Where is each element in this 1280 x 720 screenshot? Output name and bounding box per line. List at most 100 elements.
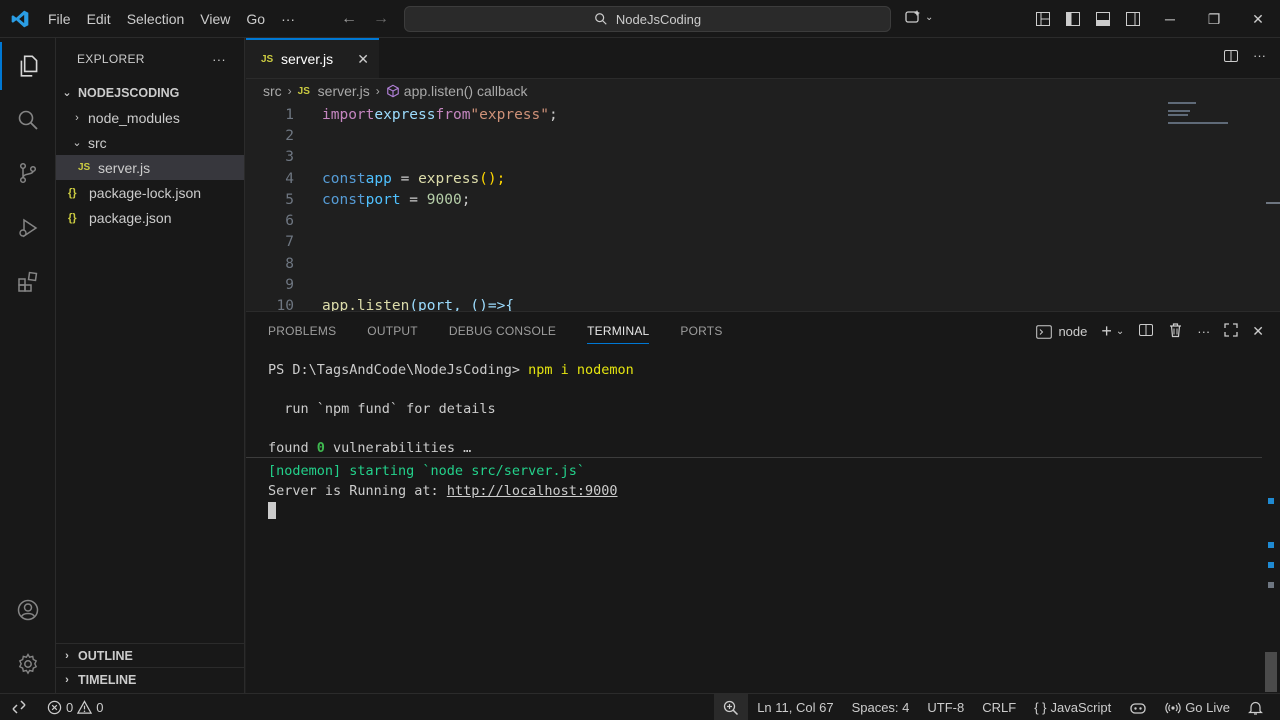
forward-arrow-icon[interactable]: → bbox=[370, 8, 392, 30]
editor-more-actions-icon[interactable]: ··· bbox=[1253, 48, 1266, 67]
breadcrumb-folder[interactable]: src bbox=[263, 83, 282, 99]
toggle-panel-icon[interactable] bbox=[1092, 8, 1114, 30]
extensions-icon[interactable] bbox=[0, 258, 56, 306]
split-terminal-icon[interactable] bbox=[1138, 322, 1154, 341]
cursor-position[interactable]: Ln 11, Col 67 bbox=[748, 700, 842, 715]
minimize-icon[interactable]: ─ bbox=[1148, 0, 1192, 38]
breadcrumb-file[interactable]: server.js bbox=[318, 83, 370, 99]
terminal-text: [nodemon] starting `node src/server.js` bbox=[268, 463, 585, 480]
code-line: 6 bbox=[246, 210, 1166, 231]
code-line: 9 bbox=[246, 274, 1166, 295]
terminal-output[interactable]: PS D:\TagsAndCode\NodeJsCoding> npm i no… bbox=[268, 360, 1258, 520]
tree-item-server-js[interactable]: JS server.js bbox=[56, 155, 244, 180]
terminal-text: found bbox=[268, 439, 317, 456]
terminal-selector[interactable]: node bbox=[1036, 324, 1087, 339]
line-number: 7 bbox=[285, 234, 294, 251]
menu-edit[interactable]: Edit bbox=[79, 0, 119, 38]
tab-output[interactable]: OUTPUT bbox=[367, 312, 418, 350]
chevron-down-icon[interactable]: ⌄ bbox=[1116, 326, 1124, 337]
encoding-status[interactable]: UTF-8 bbox=[918, 700, 973, 715]
back-arrow-icon[interactable]: ← bbox=[338, 8, 360, 30]
breadcrumb-symbol[interactable]: app.listen() callback bbox=[404, 83, 528, 99]
command-center-search[interactable]: NodeJsCoding bbox=[404, 6, 891, 32]
explorer-icon[interactable] bbox=[0, 42, 56, 90]
code-token: const bbox=[322, 170, 366, 187]
kill-terminal-trash-icon[interactable] bbox=[1168, 322, 1183, 341]
tree-item-package-json[interactable]: {} package.json bbox=[56, 205, 244, 230]
code-token: ; bbox=[461, 191, 471, 208]
editor-scrollbar[interactable] bbox=[1266, 202, 1280, 204]
search-icon[interactable] bbox=[0, 96, 56, 144]
tree-item-src[interactable]: ⌄ src bbox=[56, 130, 244, 155]
close-window-icon[interactable]: ✕ bbox=[1236, 0, 1280, 38]
maximize-panel-icon[interactable] bbox=[1224, 323, 1238, 340]
panel-more-actions-icon[interactable]: ··· bbox=[1197, 324, 1210, 339]
line-number: 3 bbox=[285, 149, 294, 166]
tab-server-js[interactable]: JS server.js ✕ bbox=[246, 38, 379, 78]
tab-debug-console[interactable]: DEBUG CONSOLE bbox=[449, 312, 556, 350]
eol-status[interactable]: CRLF bbox=[973, 700, 1025, 715]
new-terminal-icon[interactable]: + bbox=[1101, 321, 1112, 342]
timeline-section[interactable]: › TIMELINE bbox=[56, 667, 245, 691]
terminal-scrollbar[interactable] bbox=[1264, 360, 1278, 692]
terminal-link[interactable]: http://localhost:9000 bbox=[447, 483, 618, 499]
split-editor-icon[interactable] bbox=[1223, 48, 1239, 67]
terminal-divider bbox=[246, 457, 1262, 458]
terminal-text: run `npm fund` for details bbox=[268, 400, 496, 417]
customize-layout-icon[interactable] bbox=[1032, 8, 1054, 30]
outline-section[interactable]: › OUTLINE bbox=[56, 643, 245, 667]
code-token: (port, ()=>{ bbox=[409, 298, 515, 311]
tree-item-node-modules[interactable]: › node_modules bbox=[56, 105, 244, 130]
error-count: 0 bbox=[66, 699, 74, 715]
line-number: 2 bbox=[285, 127, 294, 144]
zoom-status[interactable] bbox=[714, 694, 749, 720]
code-token: import bbox=[322, 106, 375, 123]
workspace-root[interactable]: ⌄ NODEJSCODING bbox=[56, 80, 244, 105]
tree-item-package-lock-json[interactable]: {} package-lock.json bbox=[56, 180, 244, 205]
settings-gear-icon[interactable] bbox=[0, 640, 56, 688]
javascript-file-icon: JS bbox=[297, 85, 310, 97]
search-icon bbox=[594, 13, 607, 25]
copilot-status-icon[interactable] bbox=[1120, 700, 1156, 716]
json-file-icon: {} bbox=[68, 186, 77, 199]
chevron-right-icon: › bbox=[65, 673, 69, 686]
line-number: 6 bbox=[285, 213, 294, 230]
remote-icon[interactable] bbox=[0, 694, 38, 720]
indentation-status[interactable]: Spaces: 4 bbox=[843, 700, 919, 715]
menu-selection[interactable]: Selection bbox=[119, 0, 193, 38]
tab-problems[interactable]: PROBLEMS bbox=[268, 312, 336, 350]
menu-go[interactable]: Go bbox=[238, 0, 273, 38]
toggle-primary-sidebar-icon[interactable] bbox=[1062, 8, 1084, 30]
close-panel-icon[interactable]: ✕ bbox=[1252, 323, 1264, 340]
close-tab-icon[interactable]: ✕ bbox=[357, 51, 369, 68]
copilot-icon bbox=[905, 10, 920, 23]
tab-ports[interactable]: PORTS bbox=[680, 312, 722, 350]
error-icon bbox=[47, 700, 62, 714]
run-debug-icon[interactable] bbox=[0, 204, 56, 252]
terminal-line: [nodemon] starting `node src/server.js` bbox=[268, 462, 1258, 482]
tab-terminal[interactable]: TERMINAL bbox=[587, 312, 650, 350]
problems-status[interactable]: 0 0 bbox=[38, 700, 112, 715]
command-center-label: NodeJsCoding bbox=[615, 11, 702, 27]
language-mode[interactable]: { } JavaScript bbox=[1025, 700, 1120, 715]
minimap[interactable] bbox=[1168, 102, 1232, 132]
copilot-menu-button[interactable]: ⌄ bbox=[904, 9, 933, 25]
go-live-button[interactable]: Go Live bbox=[1156, 700, 1239, 716]
restore-icon[interactable]: ❐ bbox=[1192, 0, 1236, 38]
chevron-right-icon: › bbox=[65, 649, 69, 662]
toggle-secondary-sidebar-icon[interactable] bbox=[1122, 8, 1144, 30]
more-actions-icon[interactable]: ··· bbox=[212, 52, 226, 67]
breadcrumb: src › JS server.js › app.listen() callba… bbox=[246, 79, 1280, 103]
menu-file[interactable]: File bbox=[40, 0, 79, 38]
source-control-icon[interactable] bbox=[0, 149, 56, 197]
accounts-icon[interactable] bbox=[0, 586, 56, 634]
zoom-in-icon bbox=[724, 700, 739, 715]
menu-more[interactable]: ··· bbox=[273, 0, 303, 38]
menu-view[interactable]: View bbox=[192, 0, 238, 38]
menu-bar: File Edit Selection View Go ··· bbox=[40, 0, 303, 38]
line-number: 10 bbox=[276, 298, 294, 311]
code-editor[interactable]: 1 import express from "express"; 2 3 4 con… bbox=[246, 104, 1166, 311]
notifications-bell-icon[interactable] bbox=[1239, 700, 1272, 716]
